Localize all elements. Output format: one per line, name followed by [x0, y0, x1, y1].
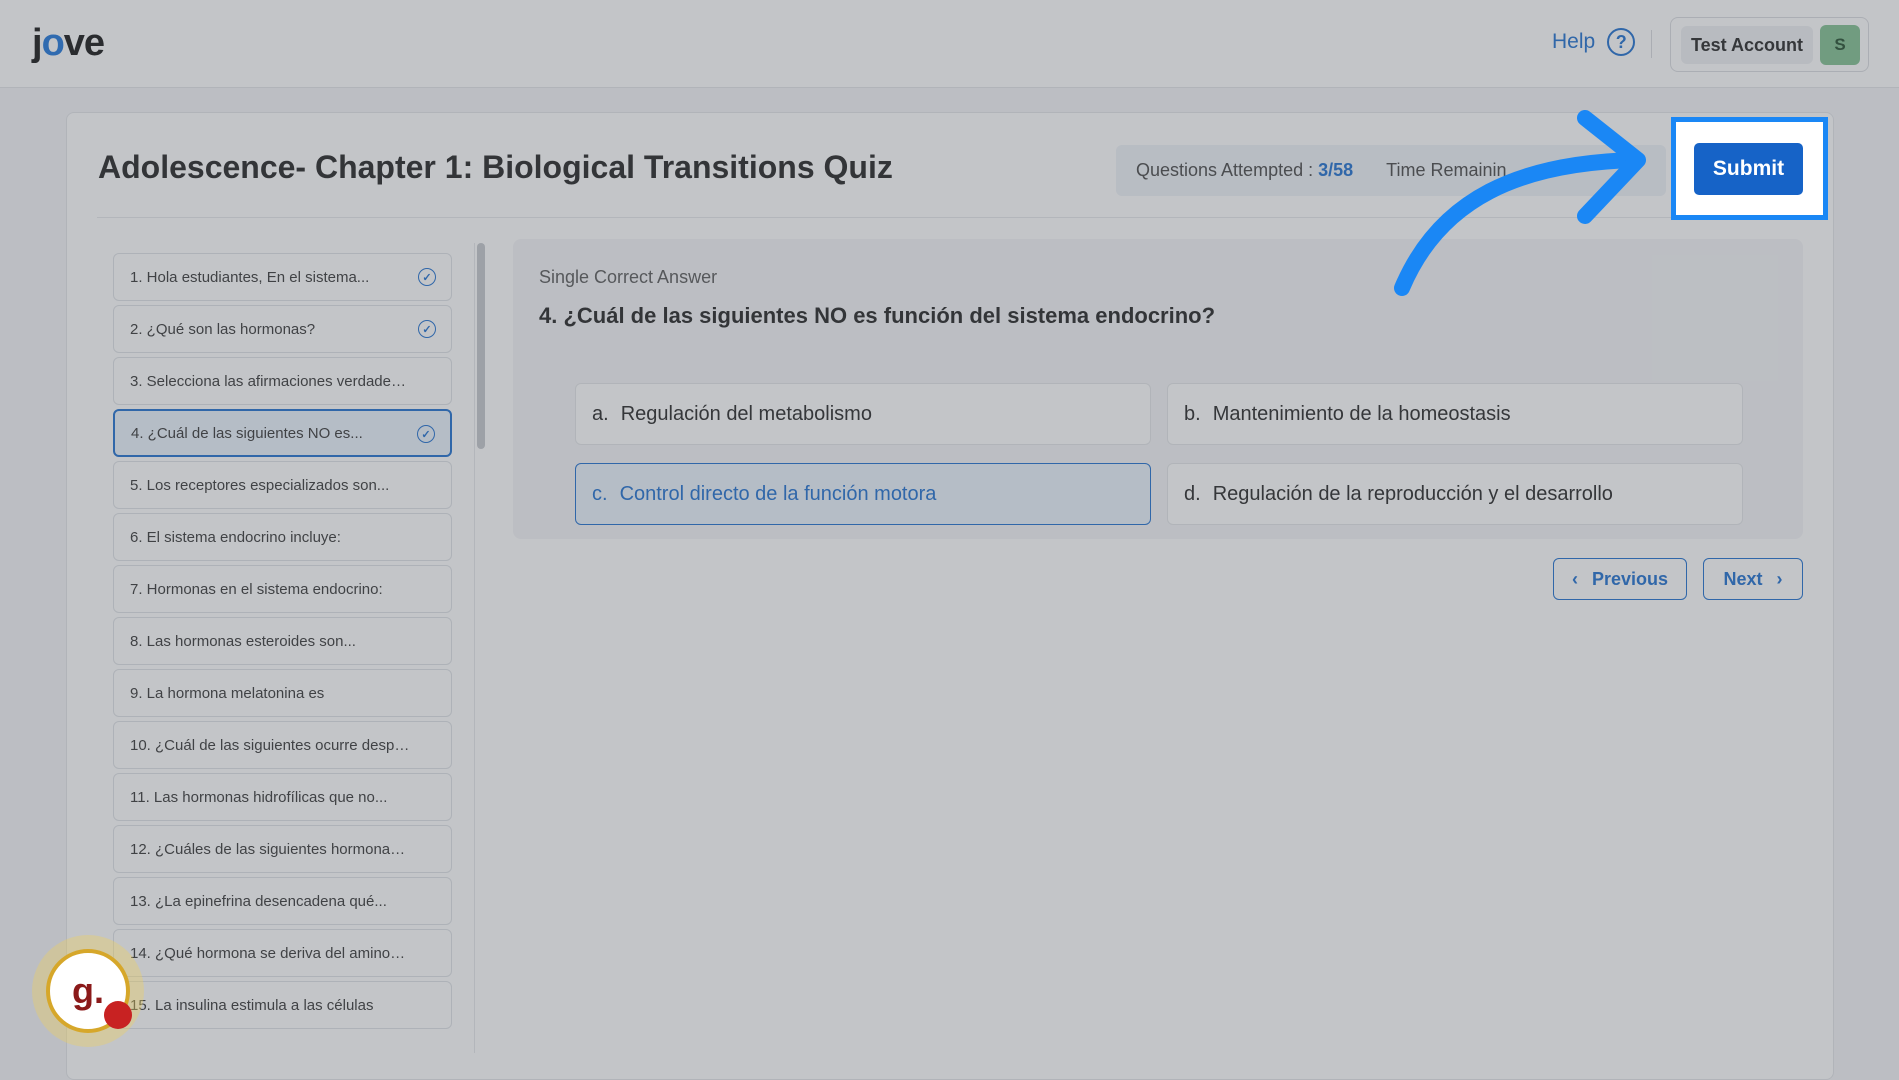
option-text: Mantenimiento de la homeostasis: [1212, 402, 1511, 425]
question-list-item-label: 14. ¿Qué hormona se deriva del aminoáci.…: [130, 944, 410, 962]
question-list-item-label: 6. El sistema endocrino incluye:: [130, 528, 341, 546]
question-list-item-label: 9. La hormona melatonina es: [130, 684, 325, 702]
scrollbar-thumb[interactable]: [477, 243, 485, 449]
question-list-item-label: 13. ¿La epinefrina desencadena qué...: [130, 892, 387, 910]
question-list-item[interactable]: 2. ¿Qué son las hormonas? ✓: [113, 305, 452, 353]
question-list-item-label: 15. La insulina estimula a las células: [130, 996, 374, 1014]
attempted-value: 3/58: [1318, 160, 1354, 180]
chevron-left-icon: ‹: [1571, 568, 1578, 589]
answer-option-a[interactable]: a. Regulación del metabolismo: [575, 383, 1151, 445]
question-list-item[interactable]: 13. ¿La epinefrina desencadena qué...: [113, 877, 452, 925]
question-list-item[interactable]: 7. Hormonas en el sistema endocrino:: [113, 565, 452, 613]
jove-logo[interactable]: jove: [32, 22, 105, 65]
next-button[interactable]: Next ›: [1703, 558, 1803, 600]
chevron-right-icon: ›: [1776, 568, 1783, 589]
question-list-item-label: 7. Hormonas en el sistema endocrino:: [130, 580, 383, 598]
notification-dot: [104, 1001, 132, 1029]
check-circle-icon: ✓: [417, 425, 435, 443]
page-title: Adolescence- Chapter 1: Biological Trans…: [98, 149, 893, 185]
question-list-item-label: 4. ¿Cuál de las siguientes NO es...: [131, 424, 363, 442]
question-list-item-label: 10. ¿Cuál de las siguientes ocurre despu…: [130, 736, 410, 754]
previous-label: Previous: [1591, 568, 1669, 589]
question-list: 1. Hola estudiantes, En el sistema... ✓ 2.…: [113, 253, 454, 1053]
question-list-item-label: 2. ¿Qué son las hormonas?: [130, 320, 316, 338]
submit-button[interactable]: Submit: [1694, 143, 1803, 195]
question-list-item-label: 11. Las hormonas hidrofílicas que no...: [130, 788, 388, 806]
option-text: Regulación del metabolismo: [620, 402, 872, 425]
option-text: Regulación de la reproducción y el desar…: [1212, 482, 1613, 505]
answer-option-b[interactable]: b. Mantenimiento de la homeostasis: [1167, 383, 1743, 445]
question-list-item-label: 5. Los receptores especializados son...: [130, 476, 390, 494]
question-list-item-label: 8. Las hormonas esteroides son...: [130, 632, 356, 650]
help-link[interactable]: Help ?: [1552, 28, 1636, 56]
question-text: 4. ¿Cuál de las siguientes NO es función…: [539, 303, 1216, 328]
question-list-item[interactable]: 1. Hola estudiantes, En el sistema... ✓: [113, 253, 452, 301]
question-list-item[interactable]: 6. El sistema endocrino incluye:: [113, 513, 452, 561]
option-letter: a.: [592, 402, 609, 425]
question-list-item[interactable]: 15. La insulina estimula a las células: [113, 981, 452, 1029]
top-header: jove Help ? Test Account S: [0, 0, 1899, 88]
question-list-item[interactable]: 11. Las hormonas hidrofílicas que no...: [113, 773, 452, 821]
help-label: Help: [1552, 30, 1596, 53]
question-list-item[interactable]: 9. La hormona melatonina es: [113, 669, 452, 717]
question-list-item[interactable]: 14. ¿Qué hormona se deriva del aminoáci.…: [113, 929, 452, 977]
question-list-item-label: 1. Hola estudiantes, En el sistema...: [130, 268, 370, 286]
question-list-item-label: 12. ¿Cuáles de las siguientes hormonas s…: [130, 840, 410, 858]
question-list-scrollbar[interactable]: [474, 243, 486, 1053]
option-text: Control directo de la función motora: [619, 482, 937, 505]
attempted-label: Questions Attempted :: [1136, 160, 1314, 180]
account-menu[interactable]: Test Account S: [1670, 17, 1869, 72]
previous-button[interactable]: ‹ Previous: [1553, 558, 1687, 600]
pointer-arrow-icon: [1394, 110, 1646, 296]
assistant-badge[interactable]: g.: [32, 935, 144, 1047]
question-list-item-label: 3. Selecciona las afirmaciones verdadera…: [130, 372, 410, 390]
question-type: Single Correct Answer: [539, 267, 718, 287]
check-circle-icon: ✓: [418, 268, 436, 286]
next-label: Next: [1723, 568, 1763, 589]
account-name: Test Account: [1681, 26, 1814, 64]
help-icon: ?: [1607, 28, 1636, 56]
answer-option-d[interactable]: d. Regulación de la reproducción y el de…: [1167, 463, 1743, 525]
question-list-item[interactable]: 12. ¿Cuáles de las siguientes hormonas s…: [113, 825, 452, 873]
avatar: S: [1820, 25, 1860, 65]
question-list-item[interactable]: 3. Selecciona las afirmaciones verdadera…: [113, 357, 452, 405]
check-circle-icon: ✓: [418, 320, 436, 338]
question-list-item[interactable]: 10. ¿Cuál de las siguientes ocurre despu…: [113, 721, 452, 769]
header-divider: [1651, 30, 1652, 58]
question-list-item[interactable]: 5. Los receptores especializados son...: [113, 461, 452, 509]
option-letter: c.: [592, 482, 608, 505]
option-letter: b.: [1184, 402, 1201, 425]
question-list-item[interactable]: 8. Las hormonas esteroides son...: [113, 617, 452, 665]
answer-option-c[interactable]: c. Control directo de la función motora: [575, 463, 1151, 525]
question-list-item[interactable]: 4. ¿Cuál de las siguientes NO es... ✓: [113, 409, 452, 457]
option-letter: d.: [1184, 482, 1201, 505]
